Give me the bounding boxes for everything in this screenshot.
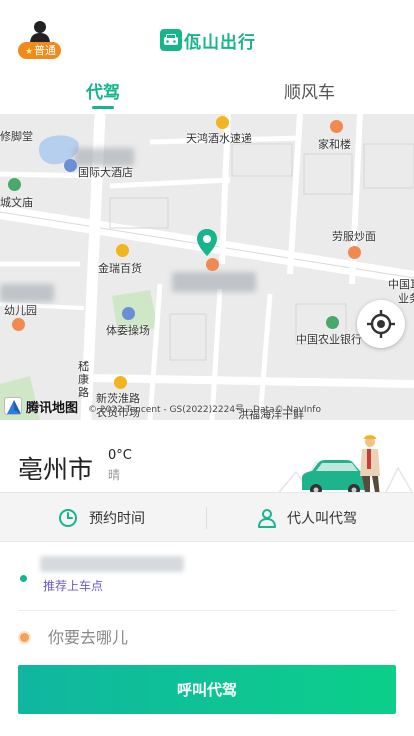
member-badge-label: 普通 — [34, 44, 57, 57]
map-label: 劳服炒面 — [332, 230, 376, 243]
map-logo-text: 腾讯地图 — [26, 400, 79, 416]
map-label: 国际大酒店 — [78, 166, 133, 179]
pickup-dot — [20, 575, 27, 582]
map-provider-logo: 腾讯地图 — [4, 396, 78, 416]
poi-icon — [216, 116, 229, 129]
pickup-address-field[interactable] — [40, 556, 184, 572]
map-logo-icon — [4, 397, 22, 415]
city-name: 亳州市 — [18, 455, 94, 484]
app-root: ★普通 佤山出行 代驾 顺风车 修脚堂 天鸿酒水速递 家和楼 国际大酒店 城文庙… — [0, 0, 414, 736]
poi-icon — [64, 159, 77, 172]
map-label: 幼儿园 — [4, 304, 37, 317]
map-label: 天鸿酒水速递 — [186, 132, 252, 145]
map-label: 嵇康路 — [78, 360, 89, 399]
weather-condition: 晴 — [108, 468, 121, 482]
clock-icon — [59, 509, 77, 527]
user-avatar[interactable]: ★普通 — [18, 20, 62, 60]
map-label: 修脚堂 — [0, 130, 33, 143]
map-label: 家和楼 — [318, 138, 351, 151]
call-driver-button[interactable]: 呼叫代驾 — [18, 665, 396, 714]
poi-icon — [12, 318, 25, 331]
map-label: 金瑞百货 — [98, 262, 142, 275]
destination-input[interactable] — [48, 626, 348, 648]
call-for-others-button[interactable]: 代人叫代驾 — [258, 493, 357, 543]
car-logo-icon — [160, 29, 182, 51]
locate-button[interactable] — [357, 300, 405, 348]
poi-icon — [330, 120, 343, 133]
service-tabs: 代驾 顺风车 — [0, 64, 414, 114]
crosshair-icon — [367, 310, 395, 338]
brand-name: 佤山出行 — [184, 32, 256, 53]
member-badge: ★普通 — [18, 42, 61, 59]
brand: 佤山出行 — [160, 28, 256, 53]
map-view[interactable]: 修脚堂 天鸿酒水速递 家和楼 国际大酒店 城文庙 劳服炒面 金瑞百货 中国耳 业… — [0, 114, 414, 420]
schedule-time-button[interactable]: 预约时间 — [58, 493, 145, 543]
poi-icon — [348, 246, 361, 259]
temperature: 0°C — [108, 448, 132, 463]
map-blur-block — [0, 284, 54, 302]
active-tab-indicator — [92, 106, 114, 109]
person-icon — [258, 509, 276, 528]
poi-icon — [114, 376, 127, 389]
location-pin-icon — [197, 229, 217, 256]
map-label: 城文庙 — [0, 196, 33, 209]
top-header: ★普通 佤山出行 — [0, 0, 414, 64]
poi-icon — [326, 316, 339, 329]
poi-icon — [116, 244, 129, 257]
location-weather-panel: 亳州市 0°C 晴 — [0, 420, 414, 501]
poi-icon — [8, 178, 21, 191]
tab-designated-driver[interactable]: 代驾 — [86, 78, 120, 103]
map-label: 体委操场 — [106, 324, 150, 337]
pickup-recommend-hint[interactable]: 推荐上车点 — [43, 577, 103, 594]
schedule-time-label: 预约时间 — [89, 511, 145, 527]
map-label: 中国农业银行 — [296, 333, 362, 346]
tab-carpool[interactable]: 顺风车 — [284, 78, 335, 103]
options-divider — [206, 507, 207, 529]
poi-icon — [122, 307, 135, 320]
address-divider — [18, 610, 396, 611]
poi-icon — [206, 258, 219, 271]
options-bar: 预约时间 代人叫代驾 — [0, 492, 414, 542]
map-blur-block — [172, 272, 256, 292]
call-for-others-label: 代人叫代驾 — [287, 511, 357, 527]
destination-dot — [20, 633, 29, 642]
star-icon: ★ — [24, 47, 34, 57]
map-copyright: © 2022 Tencent - GS(2022)2224号 - Data© N… — [88, 405, 321, 415]
